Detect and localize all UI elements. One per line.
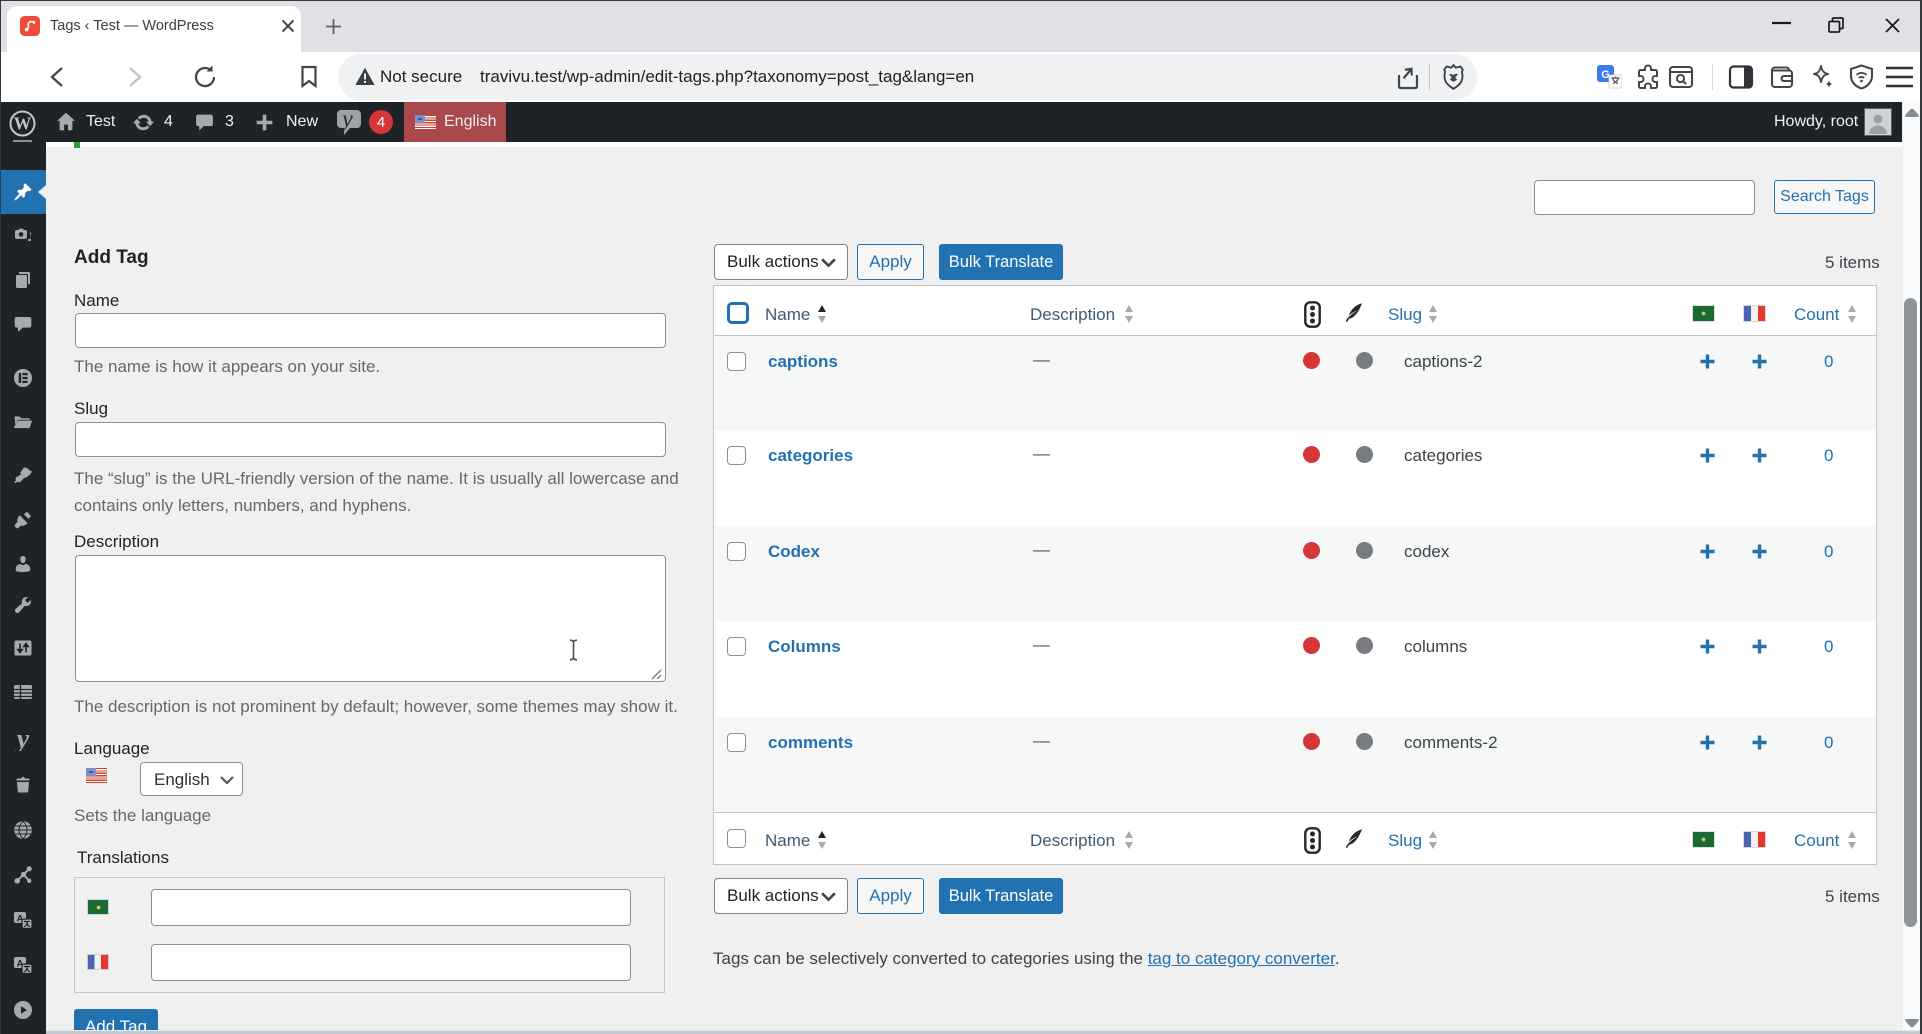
svg-text:W: W bbox=[14, 114, 32, 134]
svg-text:y: y bbox=[340, 109, 353, 133]
svg-text:G: G bbox=[1601, 69, 1610, 81]
svg-text:y: y bbox=[14, 729, 30, 751]
